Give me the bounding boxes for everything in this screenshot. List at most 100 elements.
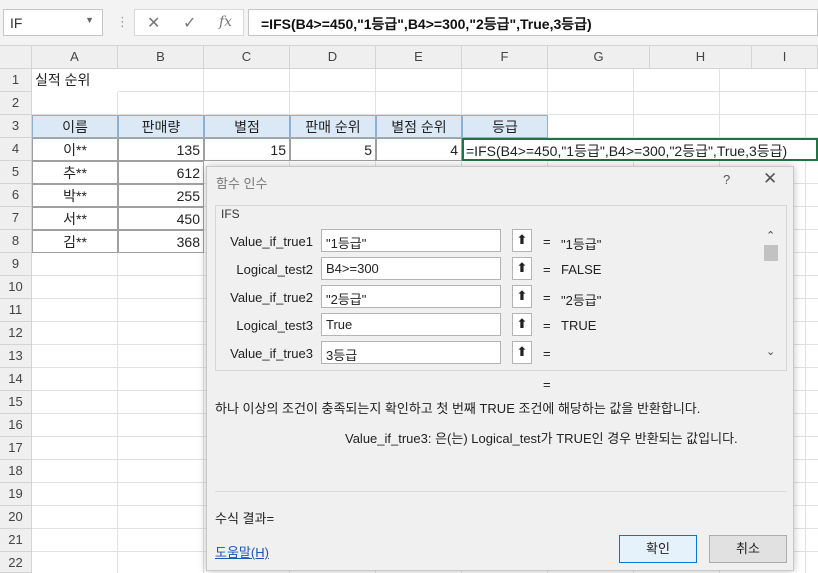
function-arguments-dialog: 함수 인수 ? ✕ IFS Value_if_true1 "1등급" ⬆ = "… (206, 166, 794, 571)
function-name: IFS (221, 207, 240, 221)
cell-name[interactable]: 서** (32, 207, 118, 230)
header-cell-grade[interactable]: 등급 (462, 115, 548, 138)
cell-name[interactable]: 추** (32, 161, 118, 184)
column-header-h[interactable]: H (650, 46, 752, 69)
row-header[interactable]: 8 (0, 230, 32, 253)
cell-sales-rank[interactable]: 5 (290, 138, 376, 161)
equals-sign: = (543, 290, 551, 305)
row-header[interactable]: 16 (0, 414, 32, 437)
row-header[interactable]: 3 (0, 115, 32, 138)
cell-sales[interactable]: 450 (118, 207, 204, 230)
arg-input-logical-test2[interactable]: B4>=300 (321, 257, 501, 280)
help-icon[interactable]: ? (723, 172, 730, 187)
function-result-equals: = (543, 377, 551, 392)
chevron-down-icon[interactable]: ▼ (85, 15, 94, 25)
dialog-title: 함수 인수 (216, 176, 268, 191)
formula-input[interactable]: =IFS(B4>=450,"1등급",B4>=300,"2등급",True,3등… (248, 9, 818, 36)
header-cell-name[interactable]: 이름 (32, 115, 118, 138)
select-all-corner[interactable] (0, 46, 32, 69)
help-link[interactable]: 도움말(H) (215, 542, 269, 561)
chevron-up-icon[interactable]: ⌃ (766, 229, 775, 242)
arguments-scrollbar[interactable]: ⌃ ⌄ (762, 227, 780, 367)
row-header[interactable]: 11 (0, 299, 32, 322)
column-header-b[interactable]: B (118, 46, 204, 69)
collapse-dialog-icon[interactable]: ⬆ (512, 341, 532, 364)
cell-name[interactable]: 박** (32, 184, 118, 207)
arg-label: Value_if_true3 (230, 346, 313, 361)
arg-input-value-if-true2[interactable]: "2등급" (321, 285, 501, 308)
column-header-e[interactable]: E (376, 46, 462, 69)
cell-name[interactable]: 김** (32, 230, 118, 253)
arg-input-logical-test3[interactable]: True (321, 313, 501, 336)
collapse-dialog-icon[interactable]: ⬆ (512, 285, 532, 308)
row-header[interactable]: 13 (0, 345, 32, 368)
arg-result: "2등급" (561, 293, 602, 308)
drag-handle-icon[interactable]: ⋮ (116, 14, 129, 30)
arg-input-value-if-true1[interactable]: "1등급" (321, 229, 501, 252)
equals-sign: = (543, 318, 551, 333)
arg-label: Logical_test3 (236, 318, 313, 333)
column-header-d[interactable]: D (290, 46, 376, 69)
equals-sign: = (543, 262, 551, 277)
row-header[interactable]: 9 (0, 253, 32, 276)
column-header-c[interactable]: C (204, 46, 290, 69)
row-header[interactable]: 7 (0, 207, 32, 230)
row-header[interactable]: 22 (0, 552, 32, 573)
cell-name[interactable]: 이** (32, 138, 118, 161)
scrollbar-thumb[interactable] (764, 245, 778, 261)
row-header[interactable]: 21 (0, 529, 32, 552)
equals-sign: = (543, 234, 551, 249)
cell-sales[interactable]: 368 (118, 230, 204, 253)
chevron-down-icon[interactable]: ⌄ (766, 345, 775, 358)
header-cell-sales[interactable]: 판매량 (118, 115, 204, 138)
name-box[interactable]: IF ▼ (3, 9, 103, 36)
arg-result: TRUE (561, 318, 597, 333)
cell-star-rank[interactable]: 4 (376, 138, 462, 161)
row-header[interactable]: 15 (0, 391, 32, 414)
header-cell-sales-rank[interactable]: 판매 순위 (290, 115, 376, 138)
name-box-value: IF (10, 15, 23, 31)
enter-icon[interactable]: ✓ (183, 13, 196, 33)
row-header[interactable]: 17 (0, 437, 32, 460)
collapse-dialog-icon[interactable]: ⬆ (512, 257, 532, 280)
close-icon[interactable]: ✕ (763, 169, 777, 189)
row-header[interactable]: 20 (0, 506, 32, 529)
arg-input-value-if-true3[interactable]: 3등급 (321, 341, 501, 364)
cell-sales[interactable]: 135 (118, 138, 204, 161)
row-header[interactable]: 1 (0, 69, 32, 92)
row-header[interactable]: 19 (0, 483, 32, 506)
function-description: 하나 이상의 조건이 충족되는지 확인하고 첫 번째 TRUE 조건에 해당하는… (215, 401, 701, 416)
formula-result: 수식 결과= (215, 511, 275, 526)
row-header[interactable]: 14 (0, 368, 32, 391)
column-header-g[interactable]: G (548, 46, 650, 69)
row-header[interactable]: 18 (0, 460, 32, 483)
column-header-f[interactable]: F (462, 46, 548, 69)
cancel-button[interactable]: 취소 (709, 535, 787, 563)
ok-button[interactable]: 확인 (619, 535, 697, 563)
equals-sign: = (543, 346, 551, 361)
column-header-i[interactable]: I (752, 46, 818, 69)
row-header[interactable]: 6 (0, 184, 32, 207)
cell-sales[interactable]: 612 (118, 161, 204, 184)
row-header[interactable]: 5 (0, 161, 32, 184)
insert-function-icon[interactable]: fx (219, 14, 232, 30)
cell-sales[interactable]: 255 (118, 184, 204, 207)
divider (215, 491, 787, 492)
collapse-dialog-icon[interactable]: ⬆ (512, 313, 532, 336)
row-header[interactable]: 12 (0, 322, 32, 345)
argument-description: Value_if_true3: 은(는) Logical_test가 TRUE인… (345, 431, 738, 446)
row-header[interactable]: 10 (0, 276, 32, 299)
column-header-a[interactable]: A (32, 46, 118, 69)
arg-label: Logical_test2 (236, 262, 313, 277)
collapse-dialog-icon[interactable]: ⬆ (512, 229, 532, 252)
row-header[interactable]: 2 (0, 92, 32, 115)
cell-stars[interactable]: 15 (204, 138, 290, 161)
row-header[interactable]: 4 (0, 138, 32, 161)
cancel-icon[interactable]: ✕ (147, 13, 160, 33)
header-cell-stars[interactable]: 별점 (204, 115, 290, 138)
active-cell-grade[interactable]: =IFS(B4>=450,"1등급",B4>=300,"2등급",True,3등… (462, 138, 818, 161)
sheet-title[interactable]: 실적 순위 (32, 69, 118, 92)
arg-result: "1등급" (561, 237, 602, 252)
arg-label: Value_if_true1 (230, 234, 313, 249)
header-cell-star-rank[interactable]: 별점 순위 (376, 115, 462, 138)
